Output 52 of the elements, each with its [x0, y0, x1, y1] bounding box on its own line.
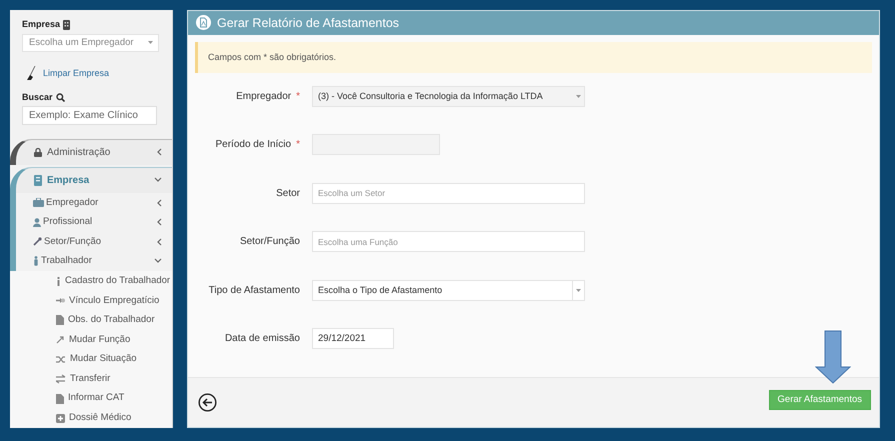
field-label: Tipo de Afastamento [208, 284, 300, 296]
field-label: Setor/Função [240, 236, 300, 248]
plus-square-icon [56, 414, 65, 423]
chevron-left-icon [156, 218, 162, 226]
standing-person-icon [33, 256, 39, 266]
caret-down-icon [576, 94, 580, 98]
chevron-left-icon [156, 198, 162, 207]
sidebar-label: Buscar [22, 90, 53, 104]
building-icon [63, 20, 70, 30]
input-field[interactable]: Escolha uma Função [312, 231, 585, 252]
person-icon [33, 218, 41, 227]
down-arrow [815, 330, 851, 384]
caret-down-icon [148, 41, 153, 44]
chevron-down-icon [154, 258, 162, 264]
field-label: Empregador [236, 90, 292, 102]
search-field[interactable]: Exemplo: Exame Clínico [22, 106, 157, 125]
document-icon [56, 315, 64, 326]
menu-item[interactable]: Trabalhador [16, 252, 172, 272]
menu-item[interactable]: Profissional [16, 212, 172, 232]
briefcase-icon [33, 198, 44, 208]
clear-company-link[interactable]: Limpar Empresa [43, 66, 110, 80]
diagonal-arrow-icon [56, 335, 65, 344]
caret-down-icon [576, 288, 581, 292]
wrench-icon [33, 237, 42, 246]
chevron-left-icon [156, 148, 162, 156]
chevron-left-icon [156, 238, 162, 246]
field-label: Período de Início [215, 139, 292, 150]
menu-item[interactable]: Administração [10, 138, 172, 165]
sidebar-label: Empresa [22, 18, 60, 31]
menu-item[interactable]: Empregador [16, 192, 172, 212]
required-mark: * [296, 90, 300, 102]
menu-item[interactable]: Empresa [10, 166, 172, 193]
input-field[interactable]: 29/12/2021 [312, 328, 394, 350]
field-label: Setor [276, 188, 300, 199]
document-icon [56, 394, 64, 404]
chevron-down-icon [154, 177, 162, 184]
broom-icon [27, 66, 37, 80]
panel-title: Gerar Relatório de Afastamentos [217, 14, 400, 32]
shuffle-icon [56, 354, 66, 364]
lock-icon [34, 148, 42, 157]
search-icon [56, 93, 65, 102]
exchange-icon [56, 374, 66, 384]
building-icon [34, 174, 42, 186]
sign-in-icon [56, 296, 65, 306]
field-label: Data de emissão [224, 333, 300, 344]
select-field[interactable]: Escolha o Tipo de Afastamento [312, 280, 585, 301]
input-field[interactable]: Escolha um Setor [312, 182, 585, 204]
menu-item[interactable]: Setor/Função [16, 232, 172, 252]
required-mark: * [296, 139, 300, 150]
notice-text: Campos com * são obrigatórios. [208, 50, 336, 64]
info-icon [56, 276, 61, 286]
pdf-document-icon [196, 15, 211, 30]
